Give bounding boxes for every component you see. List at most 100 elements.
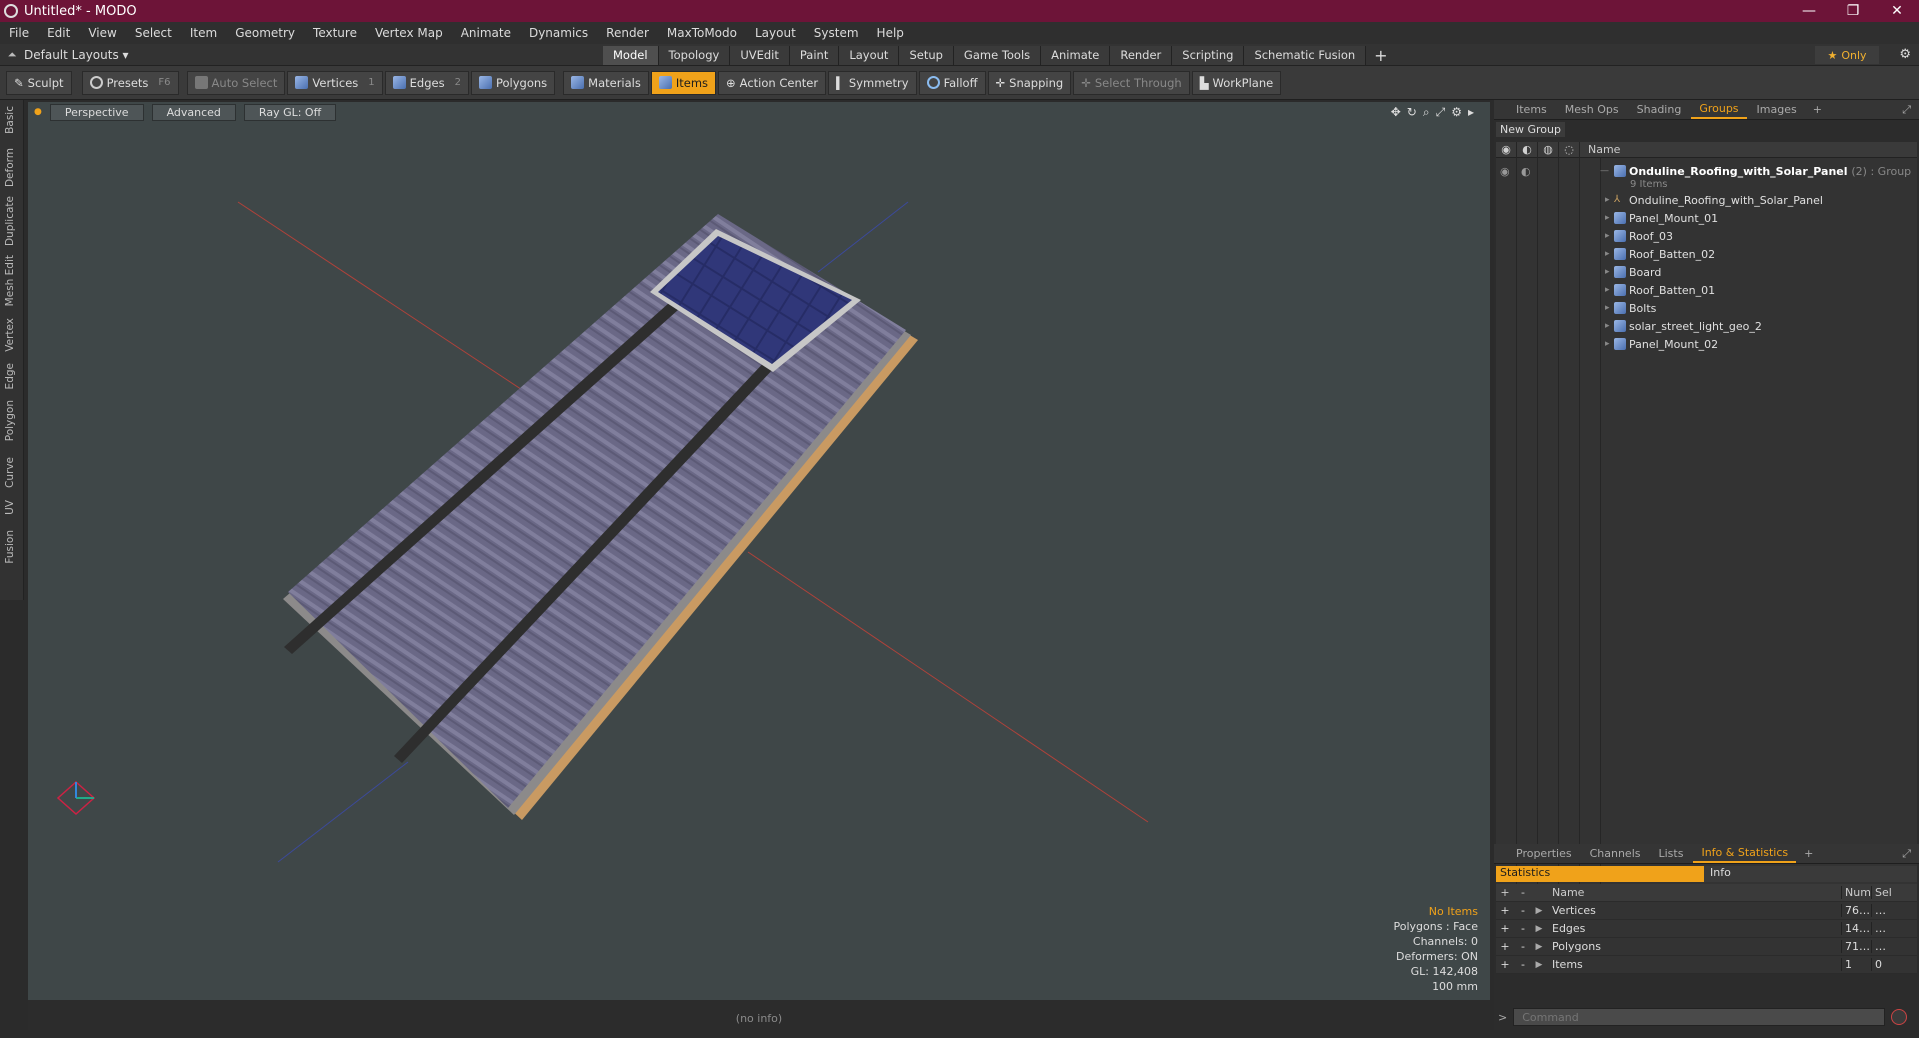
left-tab-basic[interactable]: Basic <box>4 106 16 134</box>
menu-edit[interactable]: Edit <box>38 26 79 40</box>
add-icon[interactable]: + <box>1496 958 1514 971</box>
only-toggle[interactable]: ★ Only <box>1815 46 1879 64</box>
tab-shading[interactable]: Shading <box>1629 101 1690 118</box>
select-through-button[interactable]: ✛ Select Through <box>1073 70 1190 95</box>
raygl-toggle[interactable]: Ray GL: Off <box>243 103 337 121</box>
menu-dynamics[interactable]: Dynamics <box>520 26 597 40</box>
vertices-button[interactable]: Vertices 1 <box>287 70 383 95</box>
menu-texture[interactable]: Texture <box>304 26 366 40</box>
home-icon[interactable]: ⏶ <box>0 48 24 62</box>
tree-item-row[interactable]: ▸ solar_street_light_geo_2 <box>1496 317 1917 335</box>
menu-render[interactable]: Render <box>597 26 658 40</box>
tab-lists[interactable]: Lists <box>1651 845 1692 862</box>
remove-icon[interactable]: - <box>1514 940 1532 953</box>
collapse-arrow-icon[interactable]: — <box>1600 166 1609 176</box>
tab-animate[interactable]: Animate <box>1041 46 1111 65</box>
tab-groups[interactable]: Groups <box>1691 100 1747 119</box>
left-tab-mesh-edit[interactable]: Mesh Edit <box>4 255 16 306</box>
action-center-button[interactable]: ⊕ Action Center <box>718 70 827 95</box>
menu-animate[interactable]: Animate <box>452 26 520 40</box>
tab-mesh-ops[interactable]: Mesh Ops <box>1557 101 1627 118</box>
presets-button[interactable]: Presets F6 <box>81 70 179 95</box>
tab-topology[interactable]: Topology <box>658 46 731 65</box>
new-group-button[interactable]: New Group <box>1496 122 1565 137</box>
gear-icon[interactable]: ⚙ <box>1899 47 1911 62</box>
tab-scripting[interactable]: Scripting <box>1172 46 1245 65</box>
menu-item[interactable]: Item <box>181 26 226 40</box>
add-icon[interactable]: + <box>1496 922 1514 935</box>
tab-setup[interactable]: Setup <box>899 46 954 65</box>
expand-arrow-icon[interactable]: ▶ <box>1532 960 1546 970</box>
left-tab-vertex[interactable]: Vertex <box>4 318 16 352</box>
tab-channels[interactable]: Channels <box>1582 845 1649 862</box>
menu-maxtomodo[interactable]: MaxToModo <box>658 26 746 40</box>
menu-view[interactable]: View <box>79 26 125 40</box>
add-icon[interactable]: + <box>1496 886 1514 899</box>
sculpt-button[interactable]: ✎ Sculpt <box>6 70 72 95</box>
shading-mode-dropdown[interactable]: Advanced <box>151 103 236 121</box>
fit-view-icon[interactable]: ⤢ <box>1436 105 1446 120</box>
rotate-view-icon[interactable]: ↻ <box>1407 105 1417 120</box>
menu-geometry[interactable]: Geometry <box>226 26 304 40</box>
expand-arrow-icon[interactable]: ▸ <box>1468 105 1474 120</box>
tab-images[interactable]: Images <box>1749 101 1805 118</box>
symmetry-button[interactable]: ▍ Symmetry <box>828 70 917 95</box>
group-row[interactable]: ◉ ◐ — Onduline_Roofing_with_Solar_Panel … <box>1496 162 1917 180</box>
select-icon[interactable]: ◌ <box>1559 141 1580 158</box>
expand-arrow-icon[interactable]: ▶ <box>1532 906 1546 916</box>
close-button[interactable]: ✕ <box>1875 3 1919 19</box>
remove-icon[interactable]: - <box>1514 958 1532 971</box>
3d-viewport[interactable]: ● Perspective Advanced Ray GL: Off ✥ ↻ ⌕… <box>28 102 1490 1000</box>
workplane-button[interactable]: ▙ WorkPlane <box>1191 70 1282 95</box>
remove-icon[interactable]: - <box>1514 904 1532 917</box>
edges-button[interactable]: Edges 2 <box>384 70 469 95</box>
tree-item-row[interactable]: ▸ Board <box>1496 263 1917 281</box>
tree-item-row[interactable]: ▸ Panel_Mount_02 <box>1496 335 1917 353</box>
move-view-icon[interactable]: ✥ <box>1391 105 1401 120</box>
group-eye-icon[interactable]: ◉ <box>1500 165 1510 178</box>
viewport-settings-icon[interactable]: ⚙ <box>1451 105 1462 120</box>
command-history-button[interactable] <box>1891 1009 1908 1025</box>
stats-row[interactable]: + - ▶ Vertices 76… … <box>1496 902 1917 920</box>
zoom-view-icon[interactable]: ⌕ <box>1423 105 1430 120</box>
left-tab-duplicate[interactable]: Duplicate <box>4 196 16 246</box>
tree-item-row[interactable]: ▸ Panel_Mount_01 <box>1496 209 1917 227</box>
tree-item-row[interactable]: ▸ Roof_03 <box>1496 227 1917 245</box>
panel-expand-icon[interactable]: ⤢ <box>1902 103 1911 117</box>
left-tab-edge[interactable]: Edge <box>4 363 16 389</box>
add-icon[interactable]: + <box>1496 940 1514 953</box>
materials-button[interactable]: Materials <box>563 70 649 95</box>
tab-paint[interactable]: Paint <box>789 46 840 65</box>
menu-file[interactable]: File <box>0 26 38 40</box>
menu-help[interactable]: Help <box>868 26 913 40</box>
add-tab-icon[interactable]: + <box>1366 46 1395 65</box>
statistics-tab[interactable]: Statistics <box>1496 866 1704 882</box>
bottom-panel-expand-icon[interactable]: ⤢ <box>1902 847 1911 861</box>
view-mode-dropdown[interactable]: Perspective <box>49 103 144 121</box>
menu-vertex-map[interactable]: Vertex Map <box>366 26 452 40</box>
add-bottom-tab-icon[interactable]: + <box>1798 847 1819 860</box>
items-button[interactable]: Items <box>650 70 717 95</box>
tree-item-row[interactable]: ▸ Roof_Batten_02 <box>1496 245 1917 263</box>
menu-layout[interactable]: Layout <box>746 26 805 40</box>
tab-schematic-fusion[interactable]: Schematic Fusion <box>1244 46 1367 65</box>
menu-system[interactable]: System <box>805 26 868 40</box>
stats-row[interactable]: + - ▶ Polygons 71… … <box>1496 938 1917 956</box>
render-icon[interactable]: ◐ <box>1517 141 1538 158</box>
command-input[interactable] <box>1513 1008 1886 1026</box>
tree-item-row[interactable]: ▸ Roof_Batten_01 <box>1496 281 1917 299</box>
visibility-eye-icon[interactable]: ◉ <box>1496 141 1517 158</box>
menu-select[interactable]: Select <box>126 26 181 40</box>
add-panel-tab-icon[interactable]: + <box>1807 103 1828 116</box>
tab-uvedit[interactable]: UVEdit <box>730 46 790 65</box>
tab-items[interactable]: Items <box>1508 101 1555 118</box>
name-column-header[interactable]: Name <box>1580 143 1620 156</box>
polygons-button[interactable]: Polygons <box>470 70 556 95</box>
stats-row[interactable]: + - ▶ Edges 14… … <box>1496 920 1917 938</box>
auto-select-button[interactable]: Auto Select <box>186 70 286 95</box>
group-render-icon[interactable]: ◐ <box>1521 165 1531 178</box>
tree-item-row[interactable]: ▸ Bolts <box>1496 299 1917 317</box>
lock-icon[interactable]: ◍ <box>1538 141 1559 158</box>
add-icon[interactable]: + <box>1496 904 1514 917</box>
tab-properties[interactable]: Properties <box>1508 845 1580 862</box>
